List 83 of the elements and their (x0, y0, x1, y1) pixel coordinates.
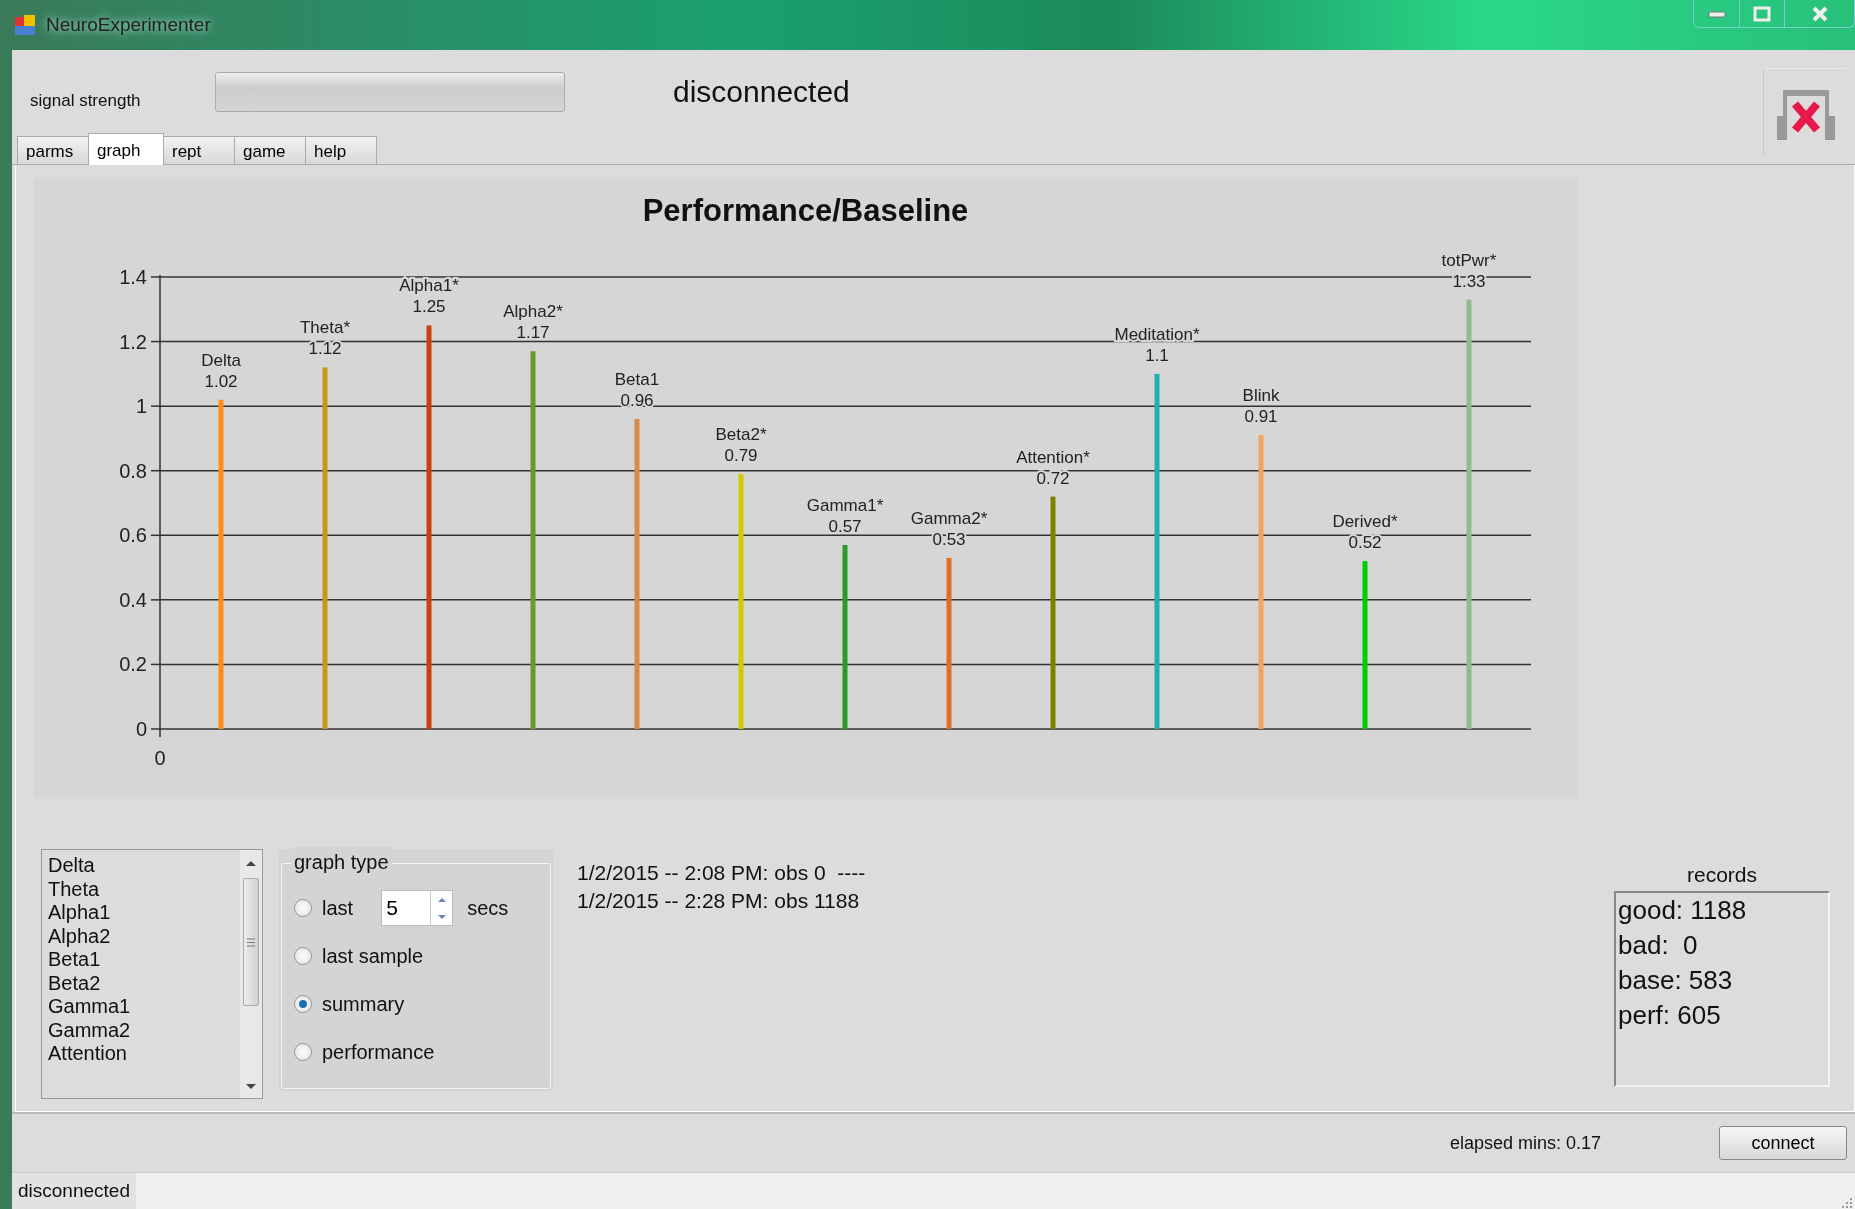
records-label: records (1686, 862, 1758, 888)
bar-label: Derived* (1332, 512, 1398, 532)
axis-tick-label: 0.8 (119, 459, 147, 482)
value-label: 1.17 (516, 323, 550, 343)
bar-label: Alpha1* (399, 276, 459, 296)
axis-tick-label: 0 (154, 747, 166, 769)
value-label: 0.57 (828, 516, 862, 536)
radio-button[interactable] (294, 995, 312, 1013)
connect-button[interactable]: connect (1719, 1126, 1847, 1160)
radio-button[interactable] (294, 899, 312, 917)
list-item[interactable]: Gamma2 (48, 1018, 234, 1042)
tab[interactable]: graph (88, 133, 164, 165)
bar-label: Gamma1* (806, 495, 884, 515)
unit-label: secs (467, 896, 509, 921)
bar-label: Beta2* (715, 424, 767, 444)
status-text: disconnected (12, 1173, 136, 1209)
chart-title: Performance/Baseline (641, 192, 970, 230)
list-item[interactable]: Alpha2 (48, 924, 234, 948)
list-item[interactable]: Gamma1 (48, 995, 234, 1019)
axis-tick-label: 0.2 (119, 653, 147, 676)
value-label: 1.1 (1145, 345, 1169, 365)
bar-label: totPwr* (1441, 250, 1497, 270)
value-label: 0.52 (1348, 533, 1382, 553)
signal-strength-label: signal strength (30, 89, 142, 112)
close-icon (1810, 5, 1829, 22)
maximize-icon (1753, 5, 1771, 22)
value-label: 1.02 (204, 371, 238, 391)
list-item[interactable]: Attention (48, 1042, 234, 1066)
scroll-up-icon[interactable] (245, 858, 257, 868)
list-item[interactable]: Alpha1 (48, 901, 234, 925)
list-item[interactable]: Delta (48, 854, 234, 878)
radio-button[interactable] (294, 947, 312, 965)
bar-label: Meditation* (1114, 324, 1200, 344)
record-line: bad: 0 (1618, 929, 1699, 962)
value-label: 0.96 (620, 391, 654, 411)
bar-label: Beta1 (614, 370, 660, 390)
connection-status: disconnected (673, 74, 850, 110)
record-line: perf: 605 (1618, 999, 1722, 1032)
bar-label: Alpha2* (503, 302, 563, 322)
number-spinner[interactable]: 5 (381, 890, 454, 926)
list-item[interactable]: Beta1 (48, 948, 234, 972)
list-item[interactable]: Theta (48, 877, 234, 901)
bar-label: Gamma2* (910, 508, 988, 528)
bar-label: Attention* (1016, 447, 1090, 467)
log-line: 1/2/2015 -- 2:28 PM: obs 1188 (577, 888, 861, 914)
band-listbox[interactable]: Delta Theta Alpha1 Alpha2 Beta1 Beta2 Gamma1 Gamma2 Attention (41, 849, 263, 1099)
axis-tick-label: 0 (135, 718, 147, 740)
option-label: performance (322, 1040, 435, 1065)
app-icon (14, 14, 36, 36)
minimize-icon (1707, 9, 1726, 18)
option-label: last sample (322, 944, 424, 969)
tab[interactable]: rept (163, 136, 235, 164)
record-line: base: 583 (1618, 964, 1734, 997)
option-label: summary (322, 992, 405, 1017)
value-label: 0.79 (724, 445, 758, 465)
spin-up-icon[interactable] (436, 896, 447, 903)
tab[interactable]: parms (17, 136, 89, 164)
tab[interactable]: help (305, 136, 377, 164)
bar-label: Delta (201, 350, 241, 370)
tab[interactable]: game (234, 136, 306, 164)
bar-label: Theta* (299, 318, 351, 338)
axis-tick-label: 1.2 (119, 330, 147, 353)
value-label: 0.72 (1036, 468, 1070, 488)
value-label: 0.91 (1244, 407, 1278, 427)
value-label: 1.12 (308, 339, 342, 359)
axis-tick-label: 0.6 (119, 524, 147, 547)
elapsed-time: elapsed mins: 0.17 (1449, 1131, 1601, 1155)
number-field[interactable]: 5 (382, 892, 431, 924)
resize-grip-icon[interactable] (1841, 1197, 1853, 1209)
scrollbar-thumb[interactable] (243, 878, 259, 1006)
list-item[interactable]: Beta2 (48, 971, 234, 995)
bar-label: Blink (1242, 386, 1280, 406)
axis-tick-label: 1.4 (119, 266, 147, 288)
option-label: last (322, 896, 354, 921)
log-line: 1/2/2015 -- 2:08 PM: obs 0 ---- (577, 860, 866, 886)
axis-tick-label: 0.4 (119, 588, 147, 611)
value-label: 1.25 (412, 297, 446, 317)
scroll-down-icon[interactable] (245, 1082, 257, 1092)
spin-down-icon[interactable] (436, 913, 447, 920)
axis-tick-label: 1 (135, 395, 147, 418)
window-title: NeuroExperimenter (46, 12, 211, 37)
record-line: good: 1188 (1618, 894, 1748, 927)
radio-button[interactable] (294, 1043, 312, 1061)
